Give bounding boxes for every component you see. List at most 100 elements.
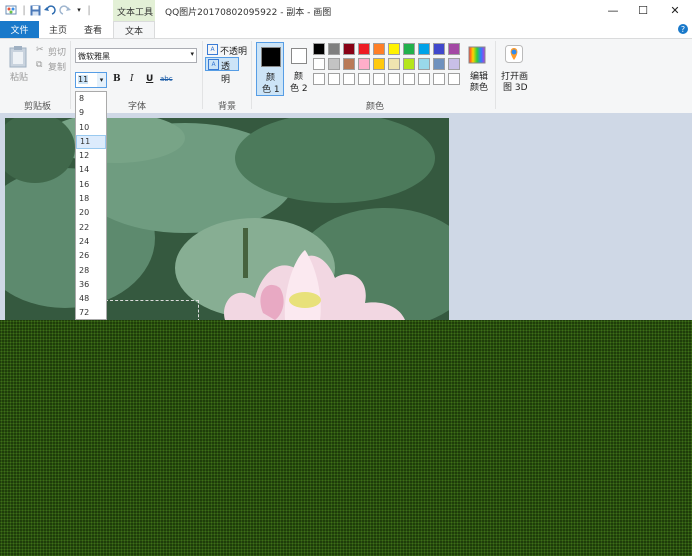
color1-label-bottom: 色 1 — [262, 85, 280, 95]
font-size-option[interactable]: 16 — [76, 178, 106, 192]
colors-group-label: 颜色 — [366, 102, 385, 112]
font-size-option[interactable]: 22 — [76, 221, 106, 235]
palette-color-swatch[interactable] — [358, 73, 370, 85]
redo-icon[interactable] — [59, 4, 71, 16]
window-title: QQ图片20170802095922 - 副本 - 画图 — [165, 8, 332, 18]
palette-color-swatch[interactable] — [313, 43, 325, 55]
font-size-option[interactable]: 24 — [76, 235, 106, 249]
text-tools-context-header: 文本工具 — [113, 0, 155, 21]
palette-color-swatch[interactable] — [433, 58, 445, 70]
chevron-down-icon[interactable]: ▾ — [97, 73, 106, 87]
font-size-option[interactable]: 14 — [76, 163, 106, 177]
font-size-option[interactable]: 12 — [76, 149, 106, 163]
opaque-label: 不透明 — [220, 47, 248, 57]
opaque-icon: A — [207, 44, 218, 55]
font-size-option[interactable]: 10 — [76, 121, 106, 135]
background-group-label: 背景 — [218, 102, 237, 112]
palette-color-swatch[interactable] — [388, 43, 400, 55]
copy-icon[interactable]: ⧉ — [36, 60, 42, 70]
paste-button[interactable]: 粘贴 — [10, 70, 28, 83]
palette-color-swatch[interactable] — [358, 43, 370, 55]
dithered-overlay — [0, 320, 692, 556]
cut-button[interactable]: 剪切 — [48, 45, 66, 58]
color2-swatch — [291, 48, 307, 64]
font-size-option[interactable]: 26 — [76, 249, 106, 263]
palette-color-swatch[interactable] — [418, 73, 430, 85]
edit-colors-label-bottom[interactable]: 颜色 — [470, 80, 488, 93]
palette-color-swatch[interactable] — [328, 73, 340, 85]
palette-color-swatch[interactable] — [448, 73, 460, 85]
strikethrough-button[interactable]: abc — [160, 75, 173, 83]
font-size-select[interactable]: 11 ▾ — [75, 72, 107, 88]
tab-text[interactable]: 文本 — [113, 21, 155, 38]
palette-color-swatch[interactable] — [403, 73, 415, 85]
palette-color-swatch[interactable] — [373, 43, 385, 55]
palette-color-swatch[interactable] — [433, 73, 445, 85]
palette-color-swatch[interactable] — [343, 73, 355, 85]
save-icon[interactable] — [29, 4, 41, 16]
font-size-value: 11 — [78, 75, 89, 84]
opaque-button[interactable]: A 不透明 — [207, 43, 248, 57]
font-size-option[interactable]: 11 — [76, 134, 106, 150]
paint3d-icon[interactable] — [505, 45, 523, 63]
transparent-button[interactable]: A 透明 — [205, 57, 239, 85]
divider — [495, 41, 496, 109]
font-size-option[interactable]: 18 — [76, 192, 106, 206]
canvas-image[interactable] — [5, 118, 449, 320]
color1-button[interactable]: 颜 色 1 — [256, 42, 284, 96]
tab-home[interactable]: 主页 — [42, 21, 74, 38]
palette-color-swatch[interactable] — [328, 43, 340, 55]
palette-color-swatch[interactable] — [373, 73, 385, 85]
palette-color-swatch[interactable] — [343, 43, 355, 55]
font-size-option[interactable]: 48 — [76, 292, 106, 306]
palette-color-swatch[interactable] — [403, 58, 415, 70]
color2-button[interactable]: 颜 色 2 — [288, 42, 310, 96]
palette-color-swatch[interactable] — [358, 58, 370, 70]
color2-label-bottom: 色 2 — [290, 84, 308, 94]
font-family-value: 微软雅黑 — [78, 52, 110, 61]
font-size-option[interactable]: 9 — [76, 106, 106, 120]
palette-color-swatch[interactable] — [313, 73, 325, 85]
font-family-select[interactable]: 微软雅黑 ▾ — [75, 48, 197, 63]
palette-color-swatch[interactable] — [403, 43, 415, 55]
edit-colors-icon[interactable] — [467, 45, 489, 65]
palette-color-swatch[interactable] — [388, 58, 400, 70]
palette-color-swatch[interactable] — [373, 58, 385, 70]
palette-color-swatch[interactable] — [418, 43, 430, 55]
cut-icon[interactable]: ✂ — [36, 45, 44, 55]
palette-color-swatch[interactable] — [418, 58, 430, 70]
palette-color-swatch[interactable] — [388, 73, 400, 85]
paint3d-label-2[interactable]: 图 3D — [503, 80, 528, 93]
help-icon[interactable]: ? — [678, 24, 688, 34]
palette-color-swatch[interactable] — [448, 58, 460, 70]
palette-color-swatch[interactable] — [313, 58, 325, 70]
palette-color-swatch[interactable] — [433, 43, 445, 55]
font-size-option[interactable]: 8 — [76, 92, 106, 106]
title-bar: | ▾ | 文本工具 QQ图片20170802095922 - 副本 - 画图 … — [0, 0, 692, 21]
chevron-down-icon[interactable]: ▾ — [190, 50, 194, 58]
text-box-selection[interactable] — [105, 300, 199, 320]
tab-file[interactable]: 文件 — [0, 21, 39, 38]
bold-button[interactable]: B — [113, 74, 121, 84]
font-size-option[interactable]: 72 — [76, 306, 106, 319]
palette-color-swatch[interactable] — [343, 58, 355, 70]
text-tools-label: 文本工具 — [117, 8, 154, 18]
transparent-label: 透明 — [221, 62, 231, 85]
close-button[interactable]: ✕ — [660, 0, 690, 21]
divider — [70, 41, 71, 109]
minimize-button[interactable]: — — [598, 0, 628, 21]
tab-view[interactable]: 查看 — [77, 21, 109, 38]
maximize-button[interactable]: ☐ — [628, 0, 658, 21]
italic-button[interactable]: I — [130, 74, 134, 84]
font-size-option[interactable]: 20 — [76, 206, 106, 220]
palette-color-swatch[interactable] — [448, 43, 460, 55]
font-size-option[interactable]: 36 — [76, 278, 106, 292]
underline-button[interactable]: U — [146, 74, 153, 84]
paint-app-icon[interactable] — [5, 4, 17, 16]
font-group-label: 字体 — [128, 102, 147, 112]
copy-button[interactable]: 复制 — [48, 60, 66, 73]
undo-icon[interactable] — [44, 4, 56, 16]
font-size-option[interactable]: 28 — [76, 264, 106, 278]
paste-icon[interactable] — [8, 45, 30, 69]
palette-color-swatch[interactable] — [328, 58, 340, 70]
